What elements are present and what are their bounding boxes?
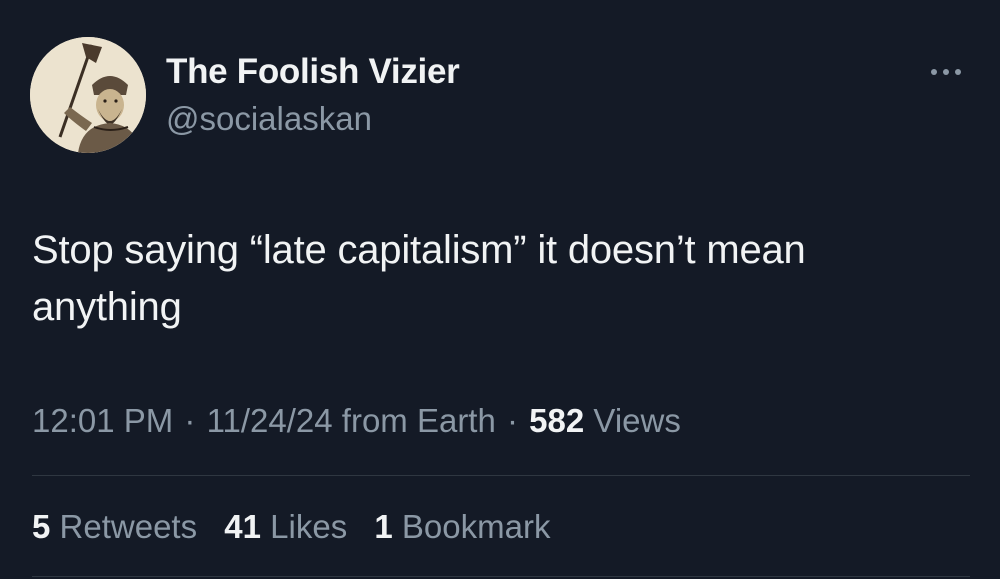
- author-handle[interactable]: @socialaskan: [166, 100, 372, 138]
- bookmarks-count: 1: [374, 508, 393, 545]
- tweet-time[interactable]: 12:01 PM: [32, 402, 173, 439]
- tweet-metadata: 12:01 PM · 11/24/24 from Earth · 582 Vie…: [32, 402, 681, 440]
- separator: ·: [507, 402, 518, 439]
- bookmarks-stat[interactable]: 1 Bookmark: [374, 508, 550, 546]
- retweets-count: 5: [32, 508, 51, 545]
- tweet-source: from Earth: [341, 402, 496, 439]
- bookmarks-label: Bookmark: [401, 508, 551, 545]
- tweet-card: The Foolish Vizier @socialaskan Stop say…: [0, 0, 1000, 579]
- tweet-text: Stop saying “late capitalism” it doesn’t…: [32, 228, 806, 329]
- divider: [32, 475, 970, 476]
- author-name[interactable]: The Foolish Vizier: [166, 52, 460, 92]
- views-count: 582: [529, 402, 585, 439]
- more-horizontal-icon: [931, 69, 961, 75]
- separator: ·: [184, 402, 196, 439]
- retweets-label: Retweets: [59, 508, 198, 545]
- tweet-date[interactable]: 11/24/24: [207, 402, 333, 439]
- divider: [32, 576, 970, 577]
- retweets-stat[interactable]: 5 Retweets: [32, 508, 197, 546]
- likes-label: Likes: [270, 508, 348, 545]
- portrait-icon: [30, 37, 146, 153]
- more-options-button[interactable]: [924, 58, 968, 86]
- avatar[interactable]: [30, 37, 146, 153]
- likes-count: 41: [224, 508, 261, 545]
- views-label: Views: [593, 402, 681, 439]
- engagement-stats: 5 Retweets 41 Likes 1 Bookmark: [32, 508, 568, 546]
- likes-stat[interactable]: 41 Likes: [224, 508, 347, 546]
